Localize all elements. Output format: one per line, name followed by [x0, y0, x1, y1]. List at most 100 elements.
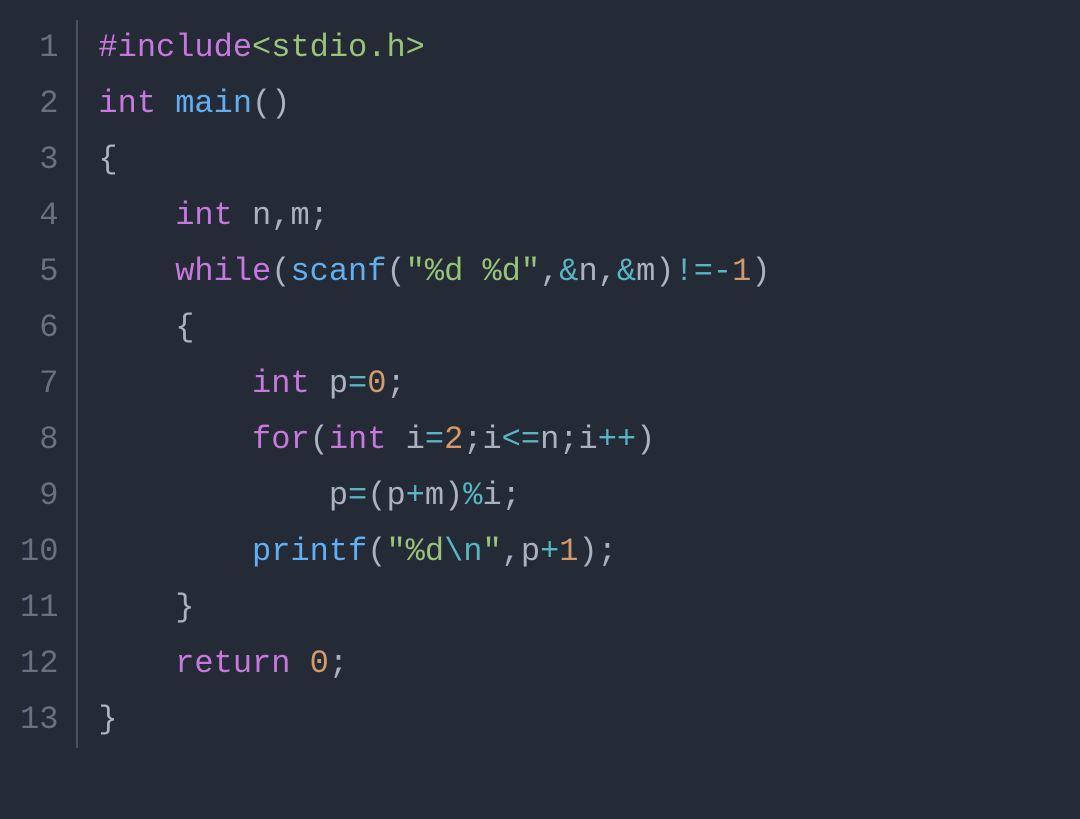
- code-line[interactable]: for(int i=2;i<=n;i++): [98, 412, 770, 468]
- line-number: 11: [20, 580, 58, 636]
- code-token: <stdio.h>: [252, 29, 425, 66]
- code-token: n: [578, 253, 597, 290]
- code-line[interactable]: {: [98, 300, 770, 356]
- code-token: #include: [98, 29, 252, 66]
- code-token: [290, 645, 309, 682]
- line-number: 10: [20, 524, 58, 580]
- line-number: 12: [20, 636, 58, 692]
- code-line[interactable]: #include<stdio.h>: [98, 20, 770, 76]
- code-token: (): [252, 85, 290, 122]
- line-number: 13: [20, 692, 58, 748]
- code-token: ;: [329, 645, 348, 682]
- code-token: ;: [502, 477, 521, 514]
- code-token: i: [482, 477, 501, 514]
- line-number-gutter: 12345678910111213: [20, 20, 78, 748]
- code-line[interactable]: }: [98, 580, 770, 636]
- code-token: ;: [559, 421, 578, 458]
- code-token: [156, 85, 175, 122]
- code-token: ,: [598, 253, 617, 290]
- code-token: 1: [732, 253, 751, 290]
- code-token: "%d %d": [406, 253, 540, 290]
- code-token: =: [425, 421, 444, 458]
- code-token: int: [98, 85, 156, 122]
- code-token: {: [175, 309, 194, 346]
- code-line[interactable]: int n,m;: [98, 188, 770, 244]
- code-token: ;: [463, 421, 482, 458]
- code-token: 0: [367, 365, 386, 402]
- code-token: =: [348, 365, 367, 402]
- code-token: -: [713, 253, 732, 290]
- code-token: return: [175, 645, 290, 682]
- code-token: +: [540, 533, 559, 570]
- code-token: int: [329, 421, 387, 458]
- line-number: 5: [20, 244, 58, 300]
- code-token: p: [521, 533, 540, 570]
- code-token: +: [406, 477, 425, 514]
- code-token: printf: [252, 533, 367, 570]
- code-token: p: [329, 477, 348, 514]
- code-token: ++: [598, 421, 636, 458]
- code-line[interactable]: printf("%d\n",p+1);: [98, 524, 770, 580]
- code-token: 1: [559, 533, 578, 570]
- code-token: <=: [502, 421, 540, 458]
- code-token: n: [540, 421, 559, 458]
- line-number: 2: [20, 76, 58, 132]
- code-token: main: [175, 85, 252, 122]
- code-token: ): [636, 421, 655, 458]
- code-token: ): [655, 253, 674, 290]
- line-number: 1: [20, 20, 58, 76]
- code-token: m: [290, 197, 309, 234]
- code-editor[interactable]: 12345678910111213 #include<stdio.h>int m…: [20, 20, 1060, 748]
- line-number: 4: [20, 188, 58, 244]
- code-token: ": [482, 533, 501, 570]
- code-token: m: [425, 477, 444, 514]
- code-token: {: [98, 141, 117, 178]
- code-token: scanf: [290, 253, 386, 290]
- code-token: (: [367, 477, 386, 514]
- code-token: &: [559, 253, 578, 290]
- code-token: &: [617, 253, 636, 290]
- code-token: ,: [540, 253, 559, 290]
- code-token: 2: [444, 421, 463, 458]
- code-token: ;: [598, 533, 617, 570]
- line-number: 9: [20, 468, 58, 524]
- code-token: i: [578, 421, 597, 458]
- code-token: ): [578, 533, 597, 570]
- line-number: 8: [20, 412, 58, 468]
- code-token: \n: [444, 533, 482, 570]
- code-token: }: [98, 701, 117, 738]
- code-token: p: [310, 365, 348, 402]
- code-token: int: [252, 365, 310, 402]
- code-line[interactable]: int main(): [98, 76, 770, 132]
- code-token: n: [233, 197, 271, 234]
- code-token: int: [175, 197, 233, 234]
- code-line[interactable]: }: [98, 692, 770, 748]
- code-token: for: [252, 421, 310, 458]
- code-token: ): [751, 253, 770, 290]
- code-token: ): [444, 477, 463, 514]
- code-token: %: [463, 477, 482, 514]
- code-token: }: [175, 589, 194, 626]
- code-token: (: [386, 253, 405, 290]
- code-token: ,: [271, 197, 290, 234]
- code-token: ;: [386, 365, 405, 402]
- code-token: i: [482, 421, 501, 458]
- code-token: ;: [310, 197, 329, 234]
- code-token: m: [636, 253, 655, 290]
- code-token: (: [367, 533, 386, 570]
- code-token: while: [175, 253, 271, 290]
- code-line[interactable]: while(scanf("%d %d",&n,&m)!=-1): [98, 244, 770, 300]
- line-number: 6: [20, 300, 58, 356]
- code-token: =: [348, 477, 367, 514]
- code-line[interactable]: return 0;: [98, 636, 770, 692]
- code-token: (: [310, 421, 329, 458]
- code-token: "%d: [386, 533, 444, 570]
- code-token: ,: [502, 533, 521, 570]
- code-token: (: [271, 253, 290, 290]
- code-line[interactable]: int p=0;: [98, 356, 770, 412]
- code-area[interactable]: #include<stdio.h>int main(){ int n,m; wh…: [78, 20, 770, 748]
- code-line[interactable]: p=(p+m)%i;: [98, 468, 770, 524]
- code-token: 0: [310, 645, 329, 682]
- line-number: 7: [20, 356, 58, 412]
- code-line[interactable]: {: [98, 132, 770, 188]
